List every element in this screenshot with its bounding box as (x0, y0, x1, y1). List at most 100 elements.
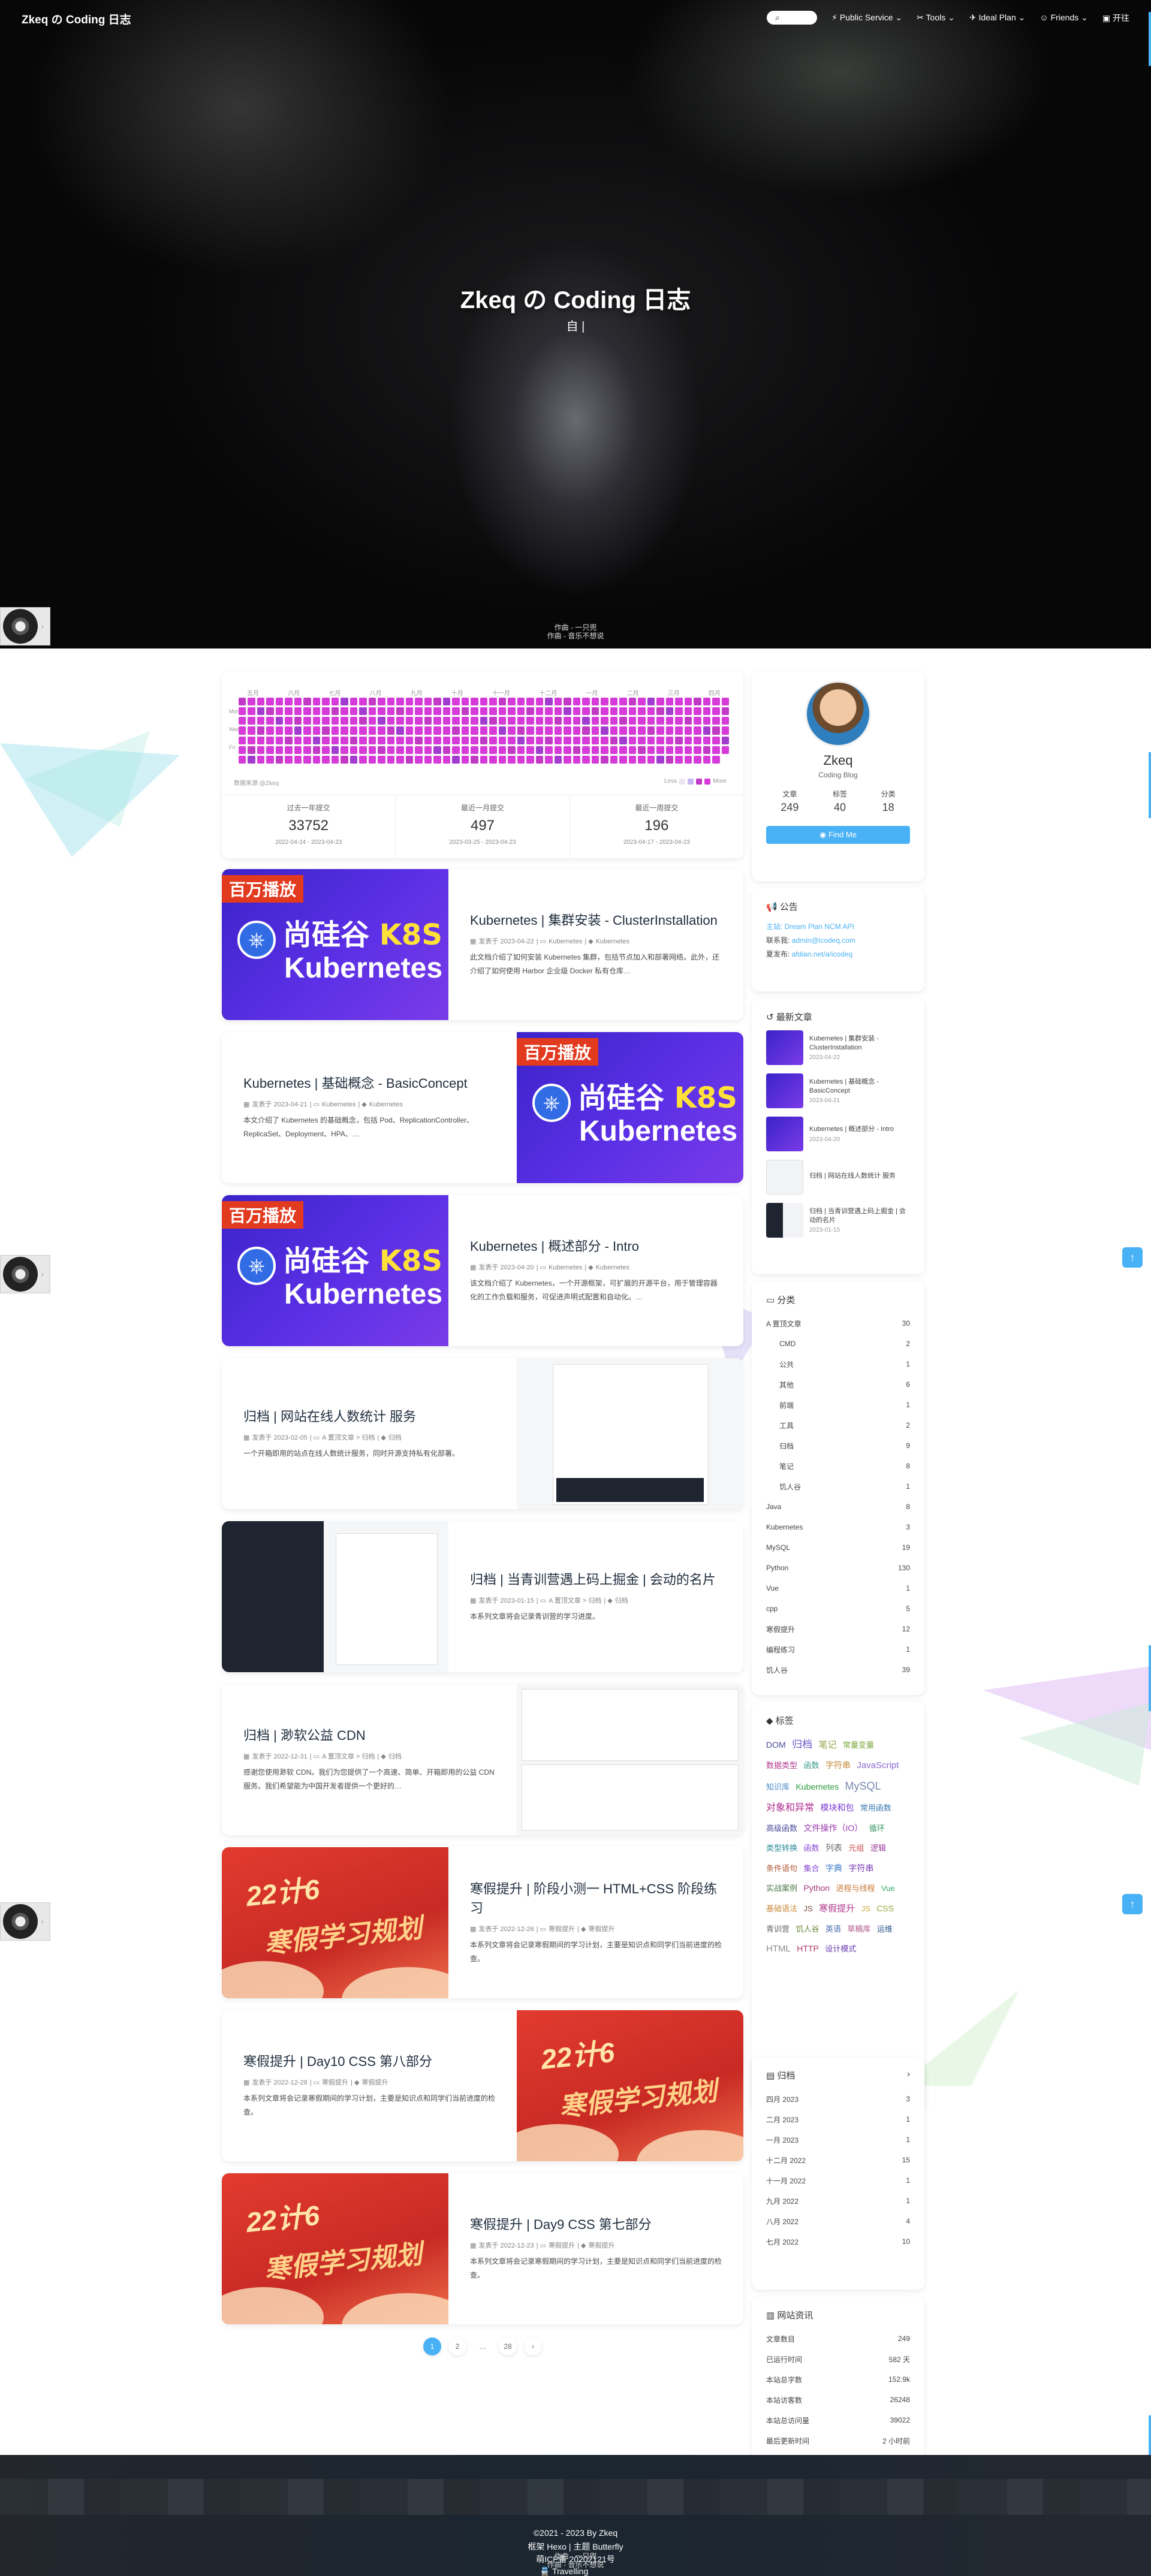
post-tag-link[interactable]: Kubernetes (369, 1101, 403, 1108)
post-tag-link[interactable]: 寒假提升 (361, 2079, 388, 2086)
post-cover[interactable] (222, 1521, 448, 1672)
tag-link[interactable]: 字符串 (848, 1863, 873, 1873)
post-title-link[interactable]: 寒假提升 | Day9 CSS 第七部分 (470, 2215, 722, 2234)
post-title-link[interactable]: 归档 | 网站在线人数统计 服务 (243, 1407, 495, 1426)
tag-link[interactable]: 字符串 (825, 1760, 851, 1770)
tag-link[interactable]: 知识库 (766, 1782, 790, 1791)
post-tag-link[interactable]: 归档 (615, 1597, 628, 1604)
post-card[interactable]: 百万播放 ⎈ 尚硅谷 K8S Kubernetes Kubernetes | 集群安装… (222, 869, 743, 1020)
tag-link[interactable]: DOM (766, 1740, 786, 1749)
tag-link[interactable]: 列表 (825, 1843, 842, 1853)
archive-item[interactable]: 九月 2022 1 (766, 2191, 910, 2211)
category-item[interactable]: 笔记 8 (766, 1456, 910, 1476)
post-cover[interactable] (517, 1358, 743, 1509)
category-item[interactable]: MySQL 19 (766, 1537, 910, 1558)
post-title-link[interactable]: 寒假提升 | Day10 CSS 第八部分 (243, 2052, 495, 2071)
page-button[interactable]: 28 (499, 2337, 517, 2355)
post-card[interactable]: 归档 | 网站在线人数统计 服务 ▦ 发表于 2023-02-05 | ▭ A 置顶文… (222, 1358, 743, 1509)
tag-link[interactable]: 设计模式 (825, 1944, 856, 1953)
tag-link[interactable]: 函数 (803, 1761, 819, 1770)
post-category-link[interactable]: A 置顶文章 > 归档 (549, 1597, 601, 1604)
tag-link[interactable]: 青训营 (766, 1925, 790, 1933)
tag-link[interactable]: 归档 (792, 1739, 812, 1750)
post-category-link[interactable]: Kubernetes (549, 938, 582, 945)
post-title-link[interactable]: Kubernetes | 基础概念 - BasicConcept (243, 1074, 495, 1093)
footer-framework[interactable]: 框架 Hexo | 主题 Butterfly (0, 2541, 1151, 2553)
post-title-link[interactable]: Kubernetes | 集群安装 - ClusterInstallation (470, 911, 722, 930)
tag-link[interactable]: 字典 (825, 1863, 842, 1873)
archive-item[interactable]: 一月 2023 1 (766, 2129, 910, 2150)
archive-item[interactable]: 十二月 2022 15 (766, 2150, 910, 2170)
post-category-link[interactable]: A 置顶文章 > 归档 (322, 1434, 375, 1441)
recent-post-item[interactable]: 归档 | 当青训营遇上码上掘金 | 会动的名片 2023-01-15 (766, 1203, 910, 1238)
tag-link[interactable]: 笔记 (819, 1740, 837, 1750)
tag-link[interactable]: 饥人谷 (796, 1925, 819, 1933)
tag-link[interactable]: 数据类型 (766, 1761, 797, 1770)
category-item[interactable]: 编程练习 1 (766, 1639, 910, 1660)
tag-link[interactable]: CSS (876, 1904, 894, 1913)
next-page-button[interactable]: › (524, 2337, 542, 2355)
announcement-link[interactable]: 主站: Dream Plan NCM API (766, 922, 854, 931)
post-cover[interactable]: 百万播放 ⎈ 尚硅谷 K8S Kubernetes (222, 869, 448, 1020)
menu-friends[interactable]: ☺ Friends ⌄ (1039, 13, 1088, 23)
post-tag-link[interactable]: Kubernetes (596, 1264, 629, 1271)
tag-link[interactable]: 常量变量 (843, 1741, 874, 1749)
post-cover[interactable]: 22计6 寒假学习规划 (222, 2173, 448, 2324)
tag-link[interactable]: 运维 (877, 1925, 893, 1933)
recent-post-item[interactable]: Kubernetes | 基础概念 - BasicConcept 2023-04-… (766, 1073, 910, 1108)
post-tag-link[interactable]: Kubernetes (596, 938, 629, 945)
post-tag-link[interactable]: 寒假提升 (588, 1926, 614, 1933)
category-item[interactable]: Vue 1 (766, 1578, 910, 1598)
tag-link[interactable]: 模块和包 (820, 1803, 854, 1812)
stat-categories-link[interactable]: 分类 18 (881, 789, 896, 814)
post-tag-link[interactable]: 归档 (388, 1434, 402, 1441)
post-card[interactable]: 百万播放 ⎈ 尚硅谷 K8S Kubernetes Kubernetes | 基础概念… (222, 1032, 743, 1183)
chevron-right-icon[interactable]: › (907, 2069, 910, 2079)
tag-link[interactable]: 英语 (825, 1925, 841, 1933)
site-name-link[interactable]: Zkeq の Coding 日志 (22, 11, 131, 27)
post-title-link[interactable]: Kubernetes | 概述部分 - Intro (470, 1237, 722, 1256)
tag-link[interactable]: 寒假提升 (819, 1904, 855, 1914)
post-title-link[interactable]: 归档 | 当青训营遇上码上掘金 | 会动的名片 (470, 1570, 722, 1589)
post-category-link[interactable]: 寒假提升 (549, 2242, 575, 2249)
post-cover[interactable]: 22计6 寒假学习规划 (222, 1847, 448, 1998)
post-cover[interactable]: 百万播放 ⎈ 尚硅谷 K8S Kubernetes (222, 1195, 448, 1346)
page-button-current[interactable]: 1 (423, 2337, 441, 2355)
tag-link[interactable]: 类型转换 (766, 1844, 797, 1853)
post-category-link[interactable]: Kubernetes (322, 1101, 355, 1108)
post-cover[interactable] (517, 1684, 743, 1835)
category-item[interactable]: 前端 1 (766, 1395, 910, 1415)
category-item[interactable]: 饥人谷 1 (766, 1476, 910, 1497)
post-card[interactable]: 归档 | 渺软公益 CDN ▦ 发表于 2022-12-31 | ▭ A 置顶文章 >… (222, 1684, 743, 1835)
post-category-link[interactable]: 寒假提升 (322, 2079, 348, 2086)
category-item[interactable]: 工具 2 (766, 1415, 910, 1435)
category-item[interactable]: cpp 5 (766, 1598, 910, 1619)
category-item[interactable]: 其他 6 (766, 1374, 910, 1395)
tag-link[interactable]: Vue (881, 1884, 895, 1893)
archive-item[interactable]: 二月 2023 1 (766, 2109, 910, 2129)
tag-link[interactable]: MySQL (845, 1780, 881, 1792)
tag-link[interactable]: 草稿库 (847, 1925, 870, 1933)
post-category-link[interactable]: A 置顶文章 > 归档 (322, 1753, 375, 1760)
sponsor-link[interactable]: afdian.net/a/icodeq (792, 950, 852, 958)
archive-item[interactable]: 四月 2023 3 (766, 2089, 910, 2109)
tag-link[interactable]: JS (803, 1904, 812, 1913)
back-to-top-button[interactable]: ↑ (1122, 1247, 1143, 1268)
tag-link[interactable]: 循环 (869, 1824, 885, 1833)
tag-link[interactable]: 对象和异常 (766, 1803, 814, 1813)
tag-link[interactable]: JavaScript (857, 1760, 899, 1770)
category-item[interactable]: 归档 9 (766, 1435, 910, 1456)
post-card[interactable]: 百万播放 ⎈ 尚硅谷 K8S Kubernetes Kubernetes | 概述部分… (222, 1195, 743, 1346)
category-item[interactable]: 公共 1 (766, 1354, 910, 1374)
archive-item[interactable]: 七月 2022 10 (766, 2231, 910, 2252)
archive-item[interactable]: 十一月 2022 1 (766, 2170, 910, 2191)
post-category-link[interactable]: 寒假提升 (549, 1926, 575, 1933)
tag-link[interactable]: JS (861, 1904, 870, 1913)
post-card[interactable]: 归档 | 当青训营遇上码上掘金 | 会动的名片 ▦ 发表于 2023-01-15 |… (222, 1521, 743, 1672)
post-card[interactable]: 22计6 寒假学习规划 寒假提升 | Day10 CSS 第八部分 ▦ 发表于 20… (222, 2010, 743, 2161)
tag-link[interactable]: Kubernetes (796, 1782, 839, 1791)
category-item[interactable]: Kubernetes 3 (766, 1517, 910, 1537)
menu-public-service[interactable]: ⚡ Public Service ⌄ (831, 13, 902, 23)
music-player-mini[interactable]: › (0, 607, 50, 645)
tag-link[interactable]: 集合 (803, 1864, 819, 1873)
